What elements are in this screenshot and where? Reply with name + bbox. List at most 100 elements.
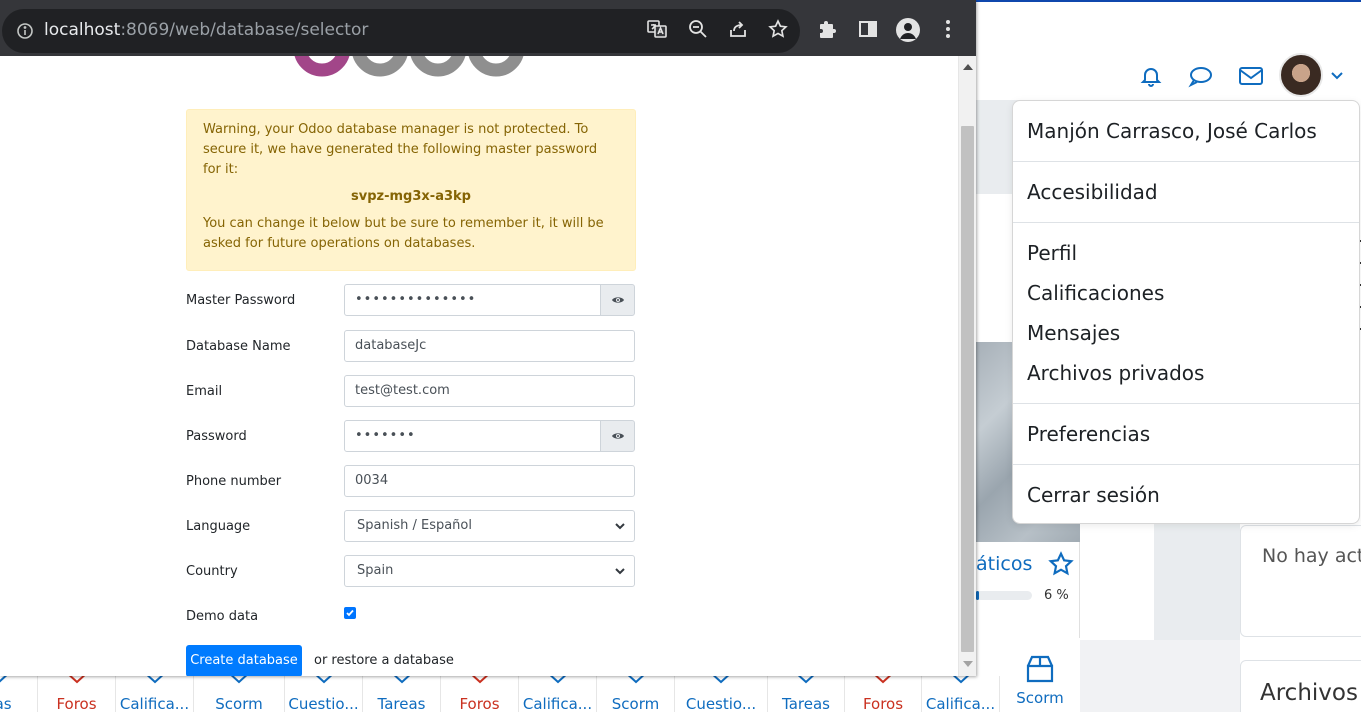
menu-divider [1013,403,1359,404]
master-password-warning: Warning, your Odoo database manager is n… [186,109,636,271]
package-icon [1026,655,1054,683]
activity-tile-assign[interactable]: Tareas [768,676,845,712]
activity-tile-label: Tareas [782,695,830,712]
menu-item-preferences[interactable]: Preferencias [1027,422,1150,446]
activity-tile-label: Cuestio... [288,695,359,712]
course-progress-label: 6 % [1044,588,1069,603]
activity-tile-label: Foros [459,695,500,712]
warning-text: Warning, your Odoo database manager is n… [203,122,598,177]
phone-input[interactable]: 0034 [344,465,635,497]
course-progress-bar [976,591,1032,600]
private-files-heading: Archivos [1260,680,1358,706]
kebab-menu-icon[interactable] [937,18,959,40]
checkmark-icon [346,609,354,617]
menu-item-grades[interactable]: Calificaciones [1027,281,1164,305]
side-panel-icon[interactable] [857,18,879,40]
activity-tile-label: Foros [862,695,904,712]
activity-tile-assign[interactable]: Tareas [363,676,441,712]
show-password-button[interactable] [600,420,635,452]
menu-item-accessibility[interactable]: Accesibilidad [1027,180,1158,204]
password-input[interactable]: ••••••• [344,420,601,452]
scorm-tile-label: Scorm [1016,689,1064,707]
create-database-button[interactable]: Create database [186,645,302,676]
site-info-icon[interactable] [16,22,34,40]
warning-note: You can change it below but be sure to r… [203,216,604,251]
activity-tile-label: Cuestio... [685,695,757,712]
user-avatar[interactable] [1279,53,1323,97]
course-title[interactable]: áticos [976,553,1032,575]
activity-tile-forum[interactable]: Foros [441,676,519,712]
scroll-up-arrow-icon[interactable] [963,64,973,70]
grade-icon [952,676,969,684]
password-label: Password [186,429,247,444]
url-path: :8069/web/database/selector [120,20,369,40]
translate-icon[interactable] [646,18,668,40]
demo-data-label: Demo data [186,609,259,624]
menu-item-messages[interactable]: Mensajes [1027,321,1120,345]
chevron-down-icon [615,523,625,530]
activity-tile-quiz[interactable]: Cuestio... [675,676,768,712]
master-password-label: Master Password [186,293,296,308]
activity-tile-quiz[interactable]: Cuestio... [285,676,363,712]
scrollbar-thumb[interactable] [961,126,974,652]
quiz-icon [315,676,332,684]
course-progress-fill [976,591,980,600]
odoo-logo [294,56,524,77]
bookmark-star-icon[interactable] [767,18,789,40]
scroll-down-arrow-icon[interactable] [963,661,973,667]
scrollbar[interactable] [958,56,976,676]
extensions-puzzle-icon[interactable] [817,18,839,40]
star-icon[interactable] [1048,551,1074,577]
zoom-out-icon[interactable] [687,18,709,40]
menu-item-private-files[interactable]: Archivos privados [1027,361,1204,385]
activity-tile-scorm[interactable]: Scorm [597,676,675,712]
chevron-down-icon[interactable] [1330,68,1346,82]
activity-tile-grade[interactable]: Califica... [116,676,194,712]
generated-master-password: svpz-mg3x-a3kp [351,189,471,204]
url-text[interactable]: localhost:8069/web/database/selector [44,20,368,40]
assign-icon [393,676,410,684]
activity-tile-label: Califica... [925,695,996,712]
timeline-block [1240,525,1361,637]
language-select[interactable]: Spanish / Español [344,510,635,542]
bell-icon[interactable] [1137,62,1165,90]
country-label: Country [186,564,238,579]
menu-item-profile[interactable]: Perfil [1027,241,1077,265]
master-password-input[interactable]: •••••••••••••• [344,284,601,316]
activity-tile-label: Foros [56,695,97,712]
activity-tile-label: Califica... [522,695,593,712]
email-input[interactable]: test@test.com [344,375,635,407]
menu-divider [1013,161,1359,162]
activity-tile-assign[interactable]: eas [0,676,38,712]
menu-divider [1013,222,1359,223]
activity-tile-grade[interactable]: Califica... [922,676,1000,712]
activity-tile-forum[interactable]: Foros [38,676,116,712]
browser-window: localhost:8069/web/database/selector War… [0,0,976,676]
activity-tile-scorm[interactable]: Scorm [194,676,285,712]
menu-item-logout[interactable]: Cerrar sesión [1027,483,1160,507]
address-bar[interactable]: localhost:8069/web/database/selector [2,9,800,53]
grade-icon [146,676,163,684]
eye-icon [611,433,624,439]
forum-icon [874,676,892,684]
url-host: localhost [44,20,121,40]
envelope-icon[interactable] [1237,62,1265,90]
chat-bubble-icon[interactable] [1187,62,1215,90]
activity-tile-forum[interactable]: Foros [845,676,922,712]
database-name-input[interactable]: databaseJc [344,330,635,362]
share-icon[interactable] [727,18,749,40]
odoo-page: Warning, your Odoo database manager is n… [0,56,958,676]
menu-item-user-name[interactable]: Manjón Carrasco, José Carlos [1027,119,1317,143]
demo-data-checkbox[interactable] [344,607,356,619]
activity-tile-grade[interactable]: Califica... [519,676,597,712]
no-activity-text: No hay act [1262,545,1361,567]
assign-icon [0,676,7,682]
forum-icon [68,676,85,684]
show-master-password-button[interactable] [600,284,635,316]
profile-icon[interactable] [896,18,920,42]
country-select[interactable]: Spain [344,555,635,587]
scorm-tile-large[interactable]: Scorm [1000,648,1080,712]
restore-database-link[interactable]: or restore a database [314,653,454,668]
moodle-top-border [976,0,1361,2]
email-label: Email [186,384,223,399]
